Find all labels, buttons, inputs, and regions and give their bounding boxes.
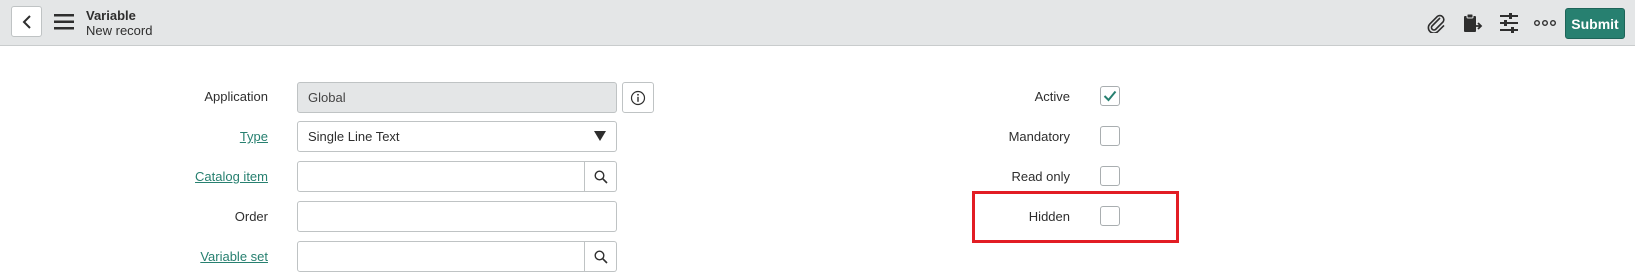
mandatory-label: Mandatory (1008, 129, 1070, 144)
search-icon (593, 169, 608, 184)
mandatory-checkbox[interactable] (1100, 126, 1120, 146)
back-icon (22, 14, 31, 29)
back-button[interactable] (11, 6, 42, 37)
record-name: New record (86, 23, 153, 38)
active-label: Active (1034, 89, 1070, 104)
catalog-item-input[interactable] (297, 161, 585, 192)
application-field: Global (297, 82, 617, 113)
order-label: Order (234, 209, 268, 224)
menu-icon[interactable] (54, 13, 74, 31)
paperclip-icon (1427, 14, 1445, 33)
active-checkbox[interactable] (1100, 86, 1120, 106)
table-name: Variable (86, 8, 136, 23)
record-title: Variable New record (86, 8, 152, 38)
highlight-box (972, 191, 1179, 243)
catalog-item-lookup-button[interactable] (585, 161, 617, 192)
submit-button[interactable]: Submit (1565, 8, 1625, 39)
form-header: Variable New record Submit (0, 0, 1635, 46)
personalize-button[interactable] (1497, 12, 1521, 34)
order-input[interactable] (297, 201, 617, 232)
sliders-icon (1500, 13, 1518, 33)
variable-set-input[interactable] (297, 241, 585, 272)
variable-set-lookup-button[interactable] (585, 241, 617, 272)
type-select[interactable]: Single Line Text (297, 121, 617, 152)
template-button[interactable] (1460, 12, 1484, 34)
variable-set-label[interactable]: Variable set (160, 249, 268, 264)
checkmark-icon (1103, 90, 1117, 102)
application-info-button[interactable] (622, 82, 654, 113)
application-label: Application (204, 89, 268, 104)
type-label[interactable]: Type (160, 129, 268, 144)
catalog-item-label[interactable]: Catalog item (160, 169, 268, 184)
more-options-button[interactable] (1533, 12, 1557, 34)
more-icon (1534, 20, 1556, 26)
chevron-down-icon (594, 131, 606, 141)
read-only-label: Read only (1011, 169, 1070, 184)
search-icon (593, 249, 608, 264)
clipboard-icon (1464, 13, 1483, 32)
info-icon (630, 90, 646, 105)
attachment-button[interactable] (1424, 12, 1448, 34)
read-only-checkbox[interactable] (1100, 166, 1120, 186)
